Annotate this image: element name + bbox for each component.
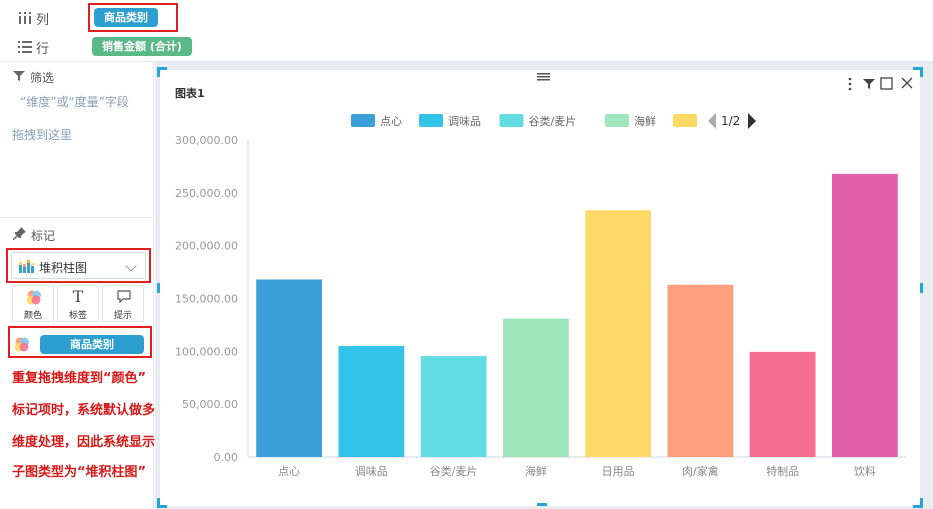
marks-title: 标记 xyxy=(31,229,56,243)
color-mark-label: 颜色 xyxy=(23,311,42,321)
x-tick-label: 点心 xyxy=(278,465,300,478)
selection-corner-tr xyxy=(913,67,923,77)
bar xyxy=(256,279,323,457)
annotation-line3: 维度处理，因此系统显示 xyxy=(12,435,156,450)
color-mark-button[interactable]: 颜色 xyxy=(12,285,54,322)
palette-icon xyxy=(26,290,41,305)
x-tick-label: 肉/家禽 xyxy=(682,464,719,478)
y-tick-label: 200,000.00 xyxy=(175,240,238,253)
legend-swatch xyxy=(351,114,375,127)
pin-icon xyxy=(13,227,26,240)
legend-label: 点心 xyxy=(380,115,402,128)
rows-shelf: 行 销售金额 (合计) xyxy=(0,32,933,62)
rows-pill-sales[interactable]: 销售金额 (合计) xyxy=(92,37,192,56)
rows-label: 行 xyxy=(36,42,50,57)
y-tick-label: 50,000.00 xyxy=(182,398,238,411)
legend-prev-icon xyxy=(708,113,716,129)
annotation-line2: 标记项时，系统默认做多 xyxy=(12,403,156,418)
tooltip-mark-button[interactable]: 提示 xyxy=(102,285,144,322)
bar xyxy=(831,173,898,457)
legend-swatch xyxy=(499,114,524,127)
y-tick-label: 300,000.00 xyxy=(175,134,238,147)
filter-hint-line2: 拖拽到这里 xyxy=(12,128,73,142)
y-tick-label: 0.00 xyxy=(214,451,239,464)
x-tick-label: 调味品 xyxy=(355,465,388,478)
annotation-line4: 子图类型为“堆积柱图” xyxy=(12,465,147,480)
resize-handle-bottom[interactable] xyxy=(537,503,547,506)
selection-corner-bl xyxy=(157,498,167,508)
resize-handle-left[interactable] xyxy=(157,283,160,293)
rows-icon xyxy=(18,41,32,53)
selection-corner-tl xyxy=(157,67,167,77)
bar xyxy=(338,346,405,457)
tooltip-mark-label: 提示 xyxy=(113,311,132,321)
resize-handle-right[interactable] xyxy=(920,283,923,293)
label-mark-button[interactable]: T 标签 xyxy=(57,285,99,322)
highlight-box-columns xyxy=(88,3,178,32)
columns-label: 列 xyxy=(36,13,50,28)
bar xyxy=(585,210,652,457)
bar xyxy=(420,356,487,457)
divider xyxy=(0,217,154,218)
legend-swatch xyxy=(605,114,629,127)
bar xyxy=(667,284,734,457)
legend-label: 海鲜 xyxy=(634,114,656,128)
highlight-box-chart-type xyxy=(6,248,151,283)
legend-page-label: 1/2 xyxy=(721,114,740,128)
speech-bubble-icon xyxy=(117,290,131,303)
highlight-box-color xyxy=(8,326,152,358)
legend-swatch xyxy=(419,114,443,127)
filter-icon xyxy=(13,71,25,81)
label-mark-label: 标签 xyxy=(68,311,87,321)
selection-corner-br xyxy=(913,498,923,508)
y-tick-label: 100,000.00 xyxy=(175,345,238,358)
legend-swatch xyxy=(673,114,697,127)
y-tick-label: 250,000.00 xyxy=(175,187,238,200)
bar-chart: 0.00 50,000.00 100,000.00 150,000.00 200,000… xyxy=(175,113,906,478)
bar xyxy=(749,351,816,457)
filter-title: 筛选 xyxy=(30,71,55,85)
x-tick-label: 日用品 xyxy=(602,465,635,478)
x-tick-label: 饮料 xyxy=(854,464,876,478)
filter-hint[interactable]: “维度”或“度量”字段 拖拽到这里 xyxy=(12,86,160,152)
filter-hint-line1: “维度”或“度量”字段 xyxy=(20,95,129,109)
columns-icon xyxy=(19,12,31,24)
annotation-line1: 重复拖拽维度到“颜色” xyxy=(12,371,147,386)
y-tick-label: 150,000.00 xyxy=(175,293,238,306)
legend-label: 调味品 xyxy=(448,115,481,128)
x-tick-label: 谷类/麦片 xyxy=(430,464,478,478)
chart-card[interactable]: 图表1 0.00 50,000.00 100,000.00 150,000.00 200… xyxy=(160,70,920,506)
bar xyxy=(502,318,569,457)
x-tick-label: 海鲜 xyxy=(525,464,547,478)
x-tick-label: 特制品 xyxy=(766,464,799,478)
legend-next-icon xyxy=(748,113,756,129)
legend-label: 谷类/麦片 xyxy=(529,114,577,128)
text-t-icon: T xyxy=(72,287,84,306)
